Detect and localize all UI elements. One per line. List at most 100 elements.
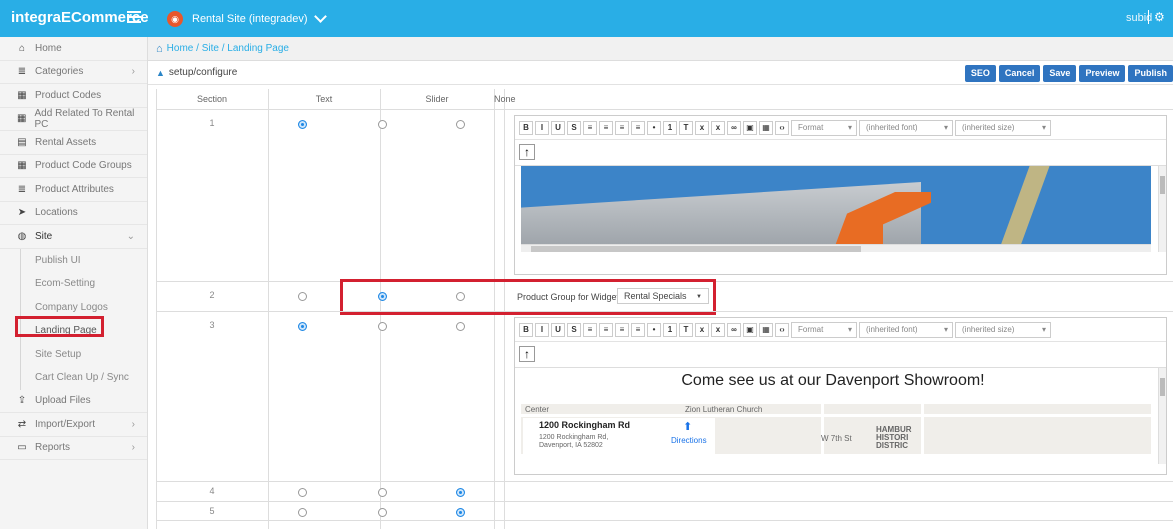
radio-text[interactable] [298, 322, 307, 331]
bold-icon[interactable]: B [519, 322, 533, 337]
radio-text[interactable] [298, 120, 307, 129]
directions-icon[interactable]: ⬆ [683, 420, 692, 433]
link-icon[interactable]: ∞ [727, 120, 741, 135]
radio-none[interactable] [456, 322, 465, 331]
home-icon: ⌂ [18, 42, 26, 54]
sidebar-item-home[interactable]: ⌂ Home [0, 37, 147, 61]
sidebar-subitem-ecom-setting[interactable]: Ecom-Setting [20, 272, 147, 296]
align-center-icon[interactable]: ≡ [599, 322, 613, 337]
sidebar-item-product-attributes[interactable]: ≣ Product Attributes [0, 178, 147, 202]
header-slider: Slider [425, 94, 449, 104]
font-select[interactable]: (inherited font) ▾ [859, 119, 953, 136]
align-justify-icon[interactable]: ≡ [631, 120, 645, 135]
radio-text[interactable] [298, 488, 307, 497]
breadcrumb-landing-page[interactable]: Landing Page [227, 43, 289, 54]
numbered-list-icon[interactable]: 1 [663, 322, 677, 337]
sidebar-item-upload-files[interactable]: ⇪ Upload Files [0, 390, 147, 413]
italic-icon[interactable]: I [535, 120, 549, 135]
sidebar-item-product-code-groups[interactable]: ▦ Product Code Groups [0, 155, 147, 178]
superscript-icon[interactable]: x [711, 120, 725, 135]
align-center-icon[interactable]: ≡ [599, 120, 613, 135]
size-select[interactable]: (inherited size) ▾ [955, 119, 1051, 136]
table-icon[interactable]: ▦ [759, 322, 773, 337]
radio-text[interactable] [298, 508, 307, 517]
radio-none[interactable] [456, 120, 465, 129]
upload-icon[interactable]: ↑ [519, 346, 535, 362]
underline-icon[interactable]: U [551, 322, 565, 337]
strikethrough-icon[interactable]: S [567, 322, 581, 337]
breadcrumb-home[interactable]: Home [167, 43, 194, 54]
image-icon[interactable]: ▣ [743, 120, 757, 135]
menu-toggle-icon[interactable] [127, 11, 141, 23]
table-icon[interactable]: ▦ [759, 120, 773, 135]
sidebar-subitem-publish-ui[interactable]: Publish UI [20, 248, 147, 272]
bullet-list-icon[interactable]: • [647, 120, 661, 135]
align-justify-icon[interactable]: ≡ [631, 322, 645, 337]
code-icon[interactable]: ‹› [775, 120, 789, 135]
numbered-list-icon[interactable]: 1 [663, 120, 677, 135]
code-icon[interactable]: ‹› [775, 322, 789, 337]
save-button[interactable]: Save [1043, 65, 1077, 82]
align-left-icon[interactable]: ≡ [583, 322, 597, 337]
editor-content[interactable]: Come see us at our Davenport Showroom! Z… [515, 368, 1166, 464]
editor-toolbar-row2: ↑ [515, 140, 1166, 166]
horizontal-scrollbar[interactable] [521, 244, 1151, 252]
sidebar-item-site[interactable]: ◍ Site ⌄ [0, 225, 147, 249]
caret-up-icon[interactable]: ▲ [156, 68, 165, 78]
radio-none[interactable] [456, 488, 465, 497]
size-select[interactable]: (inherited size) ▾ [955, 321, 1051, 338]
home-icon[interactable]: ⌂ [156, 43, 163, 55]
section-number: 2 [209, 290, 215, 300]
underline-icon[interactable]: U [551, 120, 565, 135]
link-icon[interactable]: ∞ [727, 322, 741, 337]
breadcrumb-site[interactable]: Site [202, 43, 219, 54]
vertical-scrollbar[interactable] [1158, 166, 1166, 252]
preview-button[interactable]: Preview [1079, 65, 1126, 82]
radio-slider[interactable] [378, 508, 387, 517]
sidebar-item-rental-assets[interactable]: ▤ Rental Assets [0, 131, 147, 155]
bold-icon[interactable]: B [519, 120, 533, 135]
table-row: 4 [156, 481, 1173, 501]
align-right-icon[interactable]: ≡ [615, 322, 629, 337]
strikethrough-icon[interactable]: S [567, 120, 581, 135]
radio-text[interactable] [298, 292, 307, 301]
vertical-scrollbar[interactable] [1158, 368, 1166, 464]
sidebar-item-reports[interactable]: ▭ Reports › [0, 437, 147, 460]
sidebar-item-categories[interactable]: ≣ Categories › [0, 61, 147, 84]
sidebar-subitem-site-setup[interactable]: Site Setup [20, 342, 147, 366]
gear-icon[interactable]: ⚙ [1154, 10, 1165, 24]
sidebar-item-add-related[interactable]: ▦ Add Related To Rental PC [0, 108, 147, 131]
radio-slider[interactable] [378, 322, 387, 331]
align-left-icon[interactable]: ≡ [583, 120, 597, 135]
directions-link[interactable]: Directions [671, 436, 707, 445]
seo-button[interactable]: SEO [964, 65, 996, 82]
cancel-button[interactable]: Cancel [998, 65, 1041, 82]
superscript-icon[interactable]: x [711, 322, 725, 337]
section-number: 4 [209, 486, 215, 496]
sidebar-item-product-codes[interactable]: ▦ Product Codes [0, 84, 147, 108]
rich-text-editor[interactable]: B I U S ≡ ≡ ≡ ≡ • 1 T x x ∞ ▣ ▦ ‹› Forma… [514, 115, 1167, 275]
embedded-map[interactable]: Zion Lutheran Church HAMBUR HISTORI DIST… [521, 404, 1151, 454]
subscript-icon[interactable]: x [695, 322, 709, 337]
upload-icon[interactable]: ↑ [519, 144, 535, 160]
align-right-icon[interactable]: ≡ [615, 120, 629, 135]
font-select[interactable]: (inherited font) ▾ [859, 321, 953, 338]
sidebar-item-locations[interactable]: ➤ Locations [0, 202, 147, 225]
radio-slider[interactable] [378, 488, 387, 497]
format-select[interactable]: Format ▾ [791, 119, 857, 136]
publish-button[interactable]: Publish [1128, 65, 1173, 82]
sidebar-item-import-export[interactable]: ⇄ Import/Export › [0, 413, 147, 437]
bullet-list-icon[interactable]: • [647, 322, 661, 337]
rich-text-editor[interactable]: B I U S ≡ ≡ ≡ ≡ • 1 T x x ∞ ▣ ▦ ‹› Forma… [514, 317, 1167, 475]
clear-format-icon[interactable]: T [679, 322, 693, 337]
image-icon[interactable]: ▣ [743, 322, 757, 337]
site-selector[interactable]: ◉ Rental Site (integradev) [167, 9, 327, 29]
subscript-icon[interactable]: x [695, 120, 709, 135]
radio-none[interactable] [456, 508, 465, 517]
format-select[interactable]: Format ▾ [791, 321, 857, 338]
editor-content-image[interactable] [515, 166, 1166, 252]
radio-slider[interactable] [378, 120, 387, 129]
italic-icon[interactable]: I [535, 322, 549, 337]
sidebar-subitem-cart-clean-up[interactable]: Cart Clean Up / Sync [20, 366, 147, 390]
clear-format-icon[interactable]: T [679, 120, 693, 135]
